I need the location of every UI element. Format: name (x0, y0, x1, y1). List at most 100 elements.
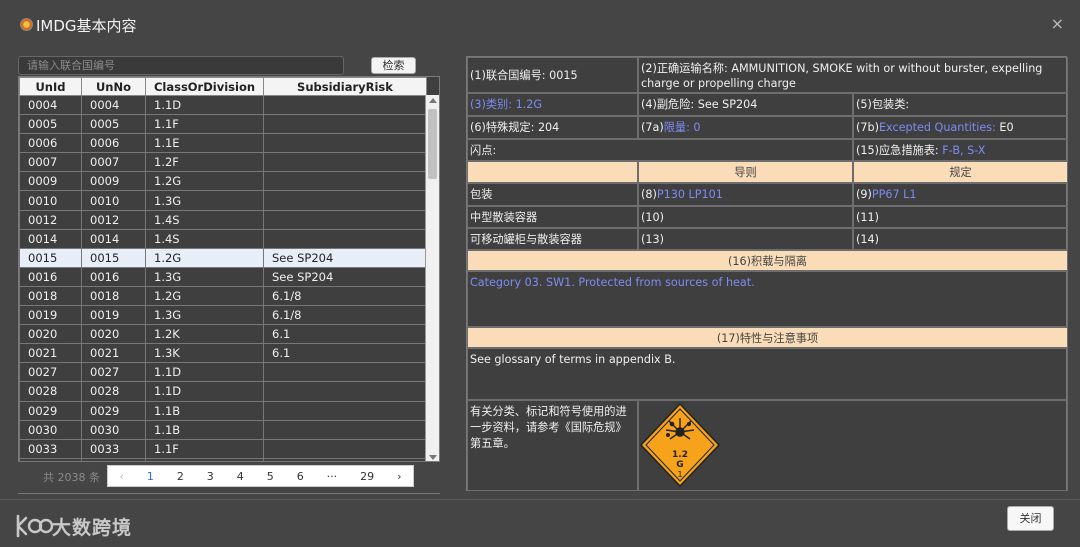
pager-page[interactable]: 2 (177, 470, 184, 483)
column-header-unno[interactable]: UnNo (81, 77, 146, 96)
table-cell-subsidiaryrisk (263, 457, 427, 461)
eq-label: Excepted Quantities: (878, 121, 996, 134)
table-cell-unno: 0028 (81, 381, 146, 402)
pager-page[interactable]: 6 (297, 470, 304, 483)
table-row[interactable]: 0010 0010 1.3G (19, 190, 427, 211)
special-provisions-cell: (6)特殊规定: 204 (467, 116, 638, 139)
table-cell-subsidiaryrisk: 6.1/8 (263, 285, 427, 307)
pager-page[interactable]: ··· (327, 470, 338, 483)
table-row[interactable]: 0015 0015 1.2G See SP204 (19, 247, 427, 268)
table-row[interactable]: 0009 0009 1.2G (19, 171, 427, 192)
table-row[interactable]: 0004 0004 1.1D (19, 94, 427, 116)
column-header-classordivision[interactable]: ClassOrDivision (145, 77, 264, 96)
table-header-row: UnId UnNo ClassOrDivision SubsidiaryRisk (19, 77, 427, 96)
table-cell-subsidiaryrisk: 6.1 (263, 324, 427, 345)
table-row[interactable]: 0006 0006 1.1E (19, 133, 427, 154)
table-cell-subsidiaryrisk (263, 381, 427, 402)
imdg-logo-icon (20, 18, 33, 31)
column-header-unid[interactable]: UnId (19, 77, 82, 96)
table-row[interactable]: 0007 0007 1.2F (19, 152, 427, 173)
subrisk-value: See SP204 (697, 98, 758, 111)
table-row[interactable]: 0027 0027 1.1D (19, 362, 427, 383)
table-cell-classordivision: 1.1B (145, 419, 264, 440)
pager-page[interactable]: 29 (360, 470, 374, 483)
table-row[interactable]: 003400341.1D (19, 457, 427, 461)
pagination: ‹ 1 2 3 4 5 6 ··· 29 › (107, 465, 414, 487)
table-row[interactable]: 0012 0012 1.4S (19, 209, 427, 230)
limited-quantity-cell: (7a)限量: 0 (638, 116, 853, 139)
pager-page[interactable]: 5 (267, 470, 274, 483)
table-cell-unid: 0004 (19, 94, 82, 116)
table-cell-classordivision: 1.3G (145, 266, 264, 287)
tank-14-cell: (14) (853, 228, 1068, 250)
packing-label: 包装 (467, 183, 638, 206)
table-cell-unid: 0016 (19, 266, 82, 287)
packing-group-cell: (5)包装类: (853, 93, 1068, 116)
table-cell-classordivision: 1.2F (145, 152, 264, 173)
properties-header: (17)特性与注意事项 (467, 327, 1068, 348)
sp-value: 204 (537, 121, 560, 134)
detail-sheet: (1)联合国编号: 0015 (2)正确运输名称: AMMUNITION, SM… (466, 56, 1068, 491)
table-cell-subsidiaryrisk (263, 152, 427, 173)
class-label: (3)类别: (470, 98, 512, 111)
column-header-subsidiaryrisk[interactable]: SubsidiaryRisk (263, 77, 427, 96)
table-cell-classordivision: 1.1E (145, 133, 264, 154)
close-button[interactable]: 关闭 (1007, 506, 1054, 531)
un-number-value: 0015 (549, 69, 578, 82)
table-row[interactable]: 0018 0018 1.2G 6.1/8 (19, 285, 427, 307)
explosive-diamond-icon: 1.2 G 1 (639, 402, 721, 488)
excepted-quantities-cell: (7b)Excepted Quantities: E0 (853, 116, 1068, 139)
table-cell-subsidiaryrisk (263, 171, 427, 192)
pager-next-icon[interactable]: › (397, 470, 401, 483)
pager-prev-icon[interactable]: ‹ (119, 470, 123, 483)
table-cell-subsidiaryrisk (263, 228, 427, 249)
table-cell-subsidiaryrisk (263, 133, 427, 154)
psn-label: (2)正确运输名称: (641, 62, 728, 75)
table-row[interactable]: 0033 0033 1.1F (19, 438, 427, 459)
class-cell: (3)类别: 1.2G (467, 93, 638, 116)
pager-page[interactable]: 1 (147, 470, 154, 483)
table-row[interactable]: 0020 0020 1.2K 6.1 (19, 324, 427, 345)
lq-label: 限量: (663, 121, 690, 134)
close-icon[interactable]: × (1051, 14, 1064, 33)
table-row[interactable]: 0021 0021 1.3K 6.1 (19, 343, 427, 364)
table-cell-unid: 0033 (19, 438, 82, 459)
table-scrollbar[interactable] (425, 95, 439, 461)
table-row[interactable]: 0016 0016 1.3G See SP204 (19, 266, 427, 287)
table-row[interactable]: 0029 0029 1.1B (19, 400, 427, 421)
pack-8-prefix: (8) (641, 188, 657, 201)
un-search-input[interactable] (18, 56, 344, 75)
watermark: 大数跨境 (14, 512, 144, 540)
pack-9-prefix: (9) (856, 188, 872, 201)
pager-page[interactable]: 3 (207, 470, 214, 483)
table-cell-unid: 0027 (19, 362, 82, 383)
table-row[interactable]: 0019 0019 1.3G 6.1/8 (19, 305, 427, 326)
sp-label: (6)特殊规定: (470, 121, 535, 134)
tank-label: 可移动罐柜与散装容器 (467, 228, 638, 250)
watermark-text: 大数跨境 (52, 517, 133, 539)
table-cell-unid: 0030 (19, 419, 82, 440)
table-cell-classordivision: 1.1D (145, 94, 264, 116)
table-cell-subsidiaryrisk: See SP204 (263, 266, 427, 287)
table-row[interactable]: 0028 0028 1.1D (19, 381, 427, 402)
scroll-up-arrow-icon[interactable] (429, 98, 437, 103)
table-cell-subsidiaryrisk (263, 94, 427, 116)
pager-page[interactable]: 4 (237, 470, 244, 483)
window-title: IMDG基本内容 (36, 17, 137, 35)
scroll-down-arrow-icon[interactable] (429, 455, 437, 460)
table-row[interactable]: 0005 0005 1.1F (19, 114, 427, 135)
table-row[interactable]: 0014 0014 1.4S (19, 228, 427, 249)
table-cell-unno: 0014 (81, 228, 146, 249)
search-button[interactable]: 检索 (371, 57, 416, 74)
un-table: UnId UnNo ClassOrDivision SubsidiaryRisk 00… (18, 76, 440, 462)
scroll-thumb[interactable] (428, 109, 437, 179)
table-cell-subsidiaryrisk: 6.1/8 (263, 305, 427, 326)
table-cell-classordivision: 1.2G (145, 285, 264, 307)
table-cell-subsidiaryrisk (263, 190, 427, 211)
table-cell-classordivision: 1.3G (145, 305, 264, 326)
table-cell-unid: 0021 (19, 343, 82, 364)
table-cell-unid: 0015 (19, 247, 82, 268)
properties-text: See glossary of terms in appendix B. (467, 348, 1068, 400)
table-row[interactable]: 0030 0030 1.1B (19, 419, 427, 440)
table-cell-unid: 0007 (19, 152, 82, 173)
